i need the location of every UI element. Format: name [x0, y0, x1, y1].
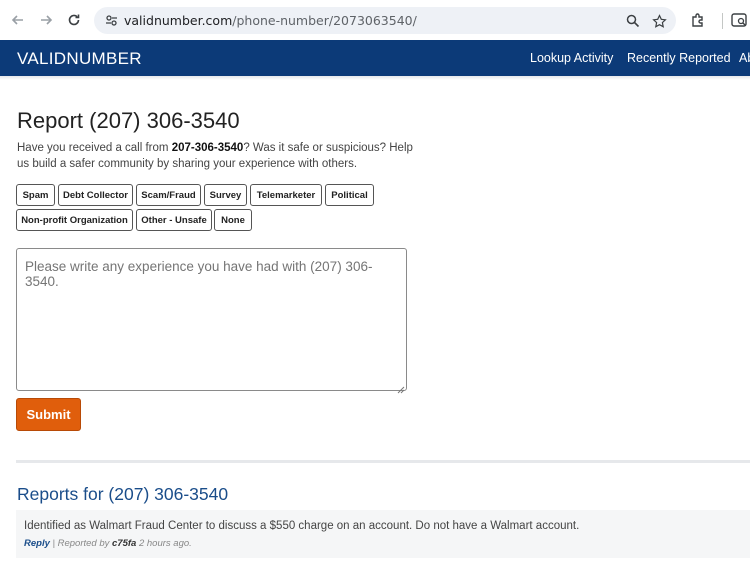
- site-logo[interactable]: VALIDNUMBER: [17, 49, 142, 69]
- reply-link[interactable]: Reply: [24, 538, 50, 549]
- tag-non-profit[interactable]: Non-profit Organization: [16, 209, 133, 231]
- back-icon[interactable]: [8, 10, 28, 30]
- site-info-icon[interactable]: [102, 11, 121, 30]
- url-text: validnumber.com/phone-number/2073063540/: [124, 13, 417, 28]
- reported-by-label: | Reported by: [49, 538, 113, 549]
- bookmark-star-icon[interactable]: [650, 12, 668, 30]
- report-intro: Have you received a call from 207-306-35…: [17, 140, 417, 172]
- reporter-username: c75fa: [112, 538, 137, 549]
- tag-political[interactable]: Political: [325, 184, 374, 206]
- navbar-shadow: [0, 76, 750, 80]
- address-bar[interactable]: validnumber.com/phone-number/2073063540/: [94, 7, 676, 34]
- zoom-icon[interactable]: [624, 12, 642, 30]
- toolbar-divider: [722, 13, 723, 29]
- reload-icon[interactable]: [64, 10, 84, 30]
- report-meta: Reply | Reported by c75fa 2 hours ago.: [24, 538, 192, 549]
- logo-text: VALIDNUMBER: [17, 49, 142, 68]
- extensions-icon[interactable]: [688, 10, 708, 30]
- section-divider: [16, 460, 750, 463]
- nav-recently-reported[interactable]: Recently Reported: [627, 51, 731, 65]
- tag-spam[interactable]: Spam: [16, 184, 55, 206]
- tag-survey[interactable]: Survey: [204, 184, 247, 206]
- page-title: Report (207) 306-3540: [17, 108, 240, 133]
- tab-search-icon[interactable]: [730, 10, 750, 30]
- nav-about[interactable]: Ab: [739, 51, 750, 65]
- reports-heading: Reports for (207) 306-3540: [17, 484, 229, 504]
- tag-telemarketer[interactable]: Telemarketer: [250, 184, 322, 206]
- tag-other-unsafe[interactable]: Other - Unsafe: [136, 209, 212, 231]
- tag-debt-collector[interactable]: Debt Collector: [58, 184, 133, 206]
- intro-phone-number: 207-306-3540: [171, 142, 244, 154]
- experience-textarea[interactable]: [16, 248, 407, 391]
- url-host: validnumber.com: [124, 13, 233, 28]
- tag-none[interactable]: None: [214, 209, 252, 231]
- url-path: /phone-number/2073063540/: [232, 13, 417, 28]
- forward-icon[interactable]: [36, 10, 56, 30]
- site-navbar: VALIDNUMBER Lookup Activity Recently Rep…: [0, 40, 750, 76]
- tag-scam-fraud[interactable]: Scam/Fraud: [136, 184, 201, 206]
- report-item: Identified as Walmart Fraud Center to di…: [16, 510, 750, 558]
- nav-lookup-activity[interactable]: Lookup Activity: [530, 51, 613, 65]
- report-time: 2 hours ago.: [136, 538, 192, 549]
- intro-text-start: Have you received a call from: [17, 142, 172, 154]
- browser-toolbar: validnumber.com/phone-number/2073063540/: [0, 0, 750, 40]
- report-comment: Identified as Walmart Fraud Center to di…: [24, 520, 580, 532]
- resize-grip-icon[interactable]: [397, 381, 405, 394]
- submit-button[interactable]: Submit: [16, 398, 81, 431]
